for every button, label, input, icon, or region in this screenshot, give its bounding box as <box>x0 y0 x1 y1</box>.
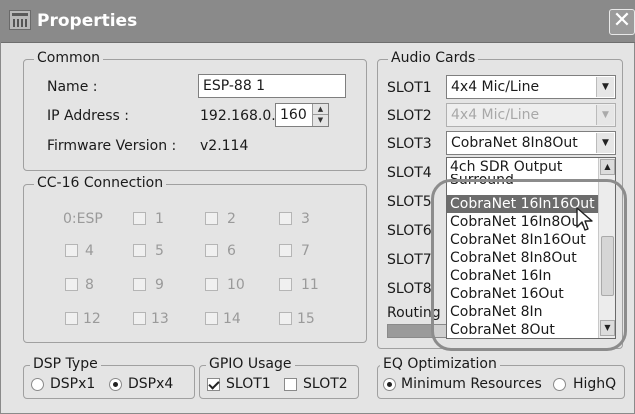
cc16-port-8-label: 8 <box>85 277 94 293</box>
cc16-port-11-checkbox[interactable] <box>279 278 292 291</box>
dropdown-item[interactable]: CobraNet 16Out <box>447 285 599 303</box>
cc16-port-7-label: 7 <box>301 243 310 259</box>
dsp-x4-label: DSPx4 <box>128 376 174 392</box>
dropdown-item[interactable]: CobraNet 8In8Out <box>447 249 599 267</box>
cc16-port-1-checkbox[interactable] <box>133 212 146 225</box>
cc16-port-11-label: 11 <box>301 277 319 293</box>
slot2-value: 4x4 Mic/Line <box>451 107 540 123</box>
slot3-combo[interactable]: CobraNet 8In8Out ▼ <box>446 131 616 155</box>
name-input[interactable]: ESP-88 1 <box>198 74 346 98</box>
cc16-port-7-checkbox[interactable] <box>279 244 292 257</box>
chevron-down-icon: ▼ <box>596 105 614 125</box>
properties-window-icon <box>9 10 31 30</box>
cc16-port-15-label: 15 <box>297 311 315 327</box>
title-bar[interactable]: Properties ✕ <box>1 1 635 43</box>
slot2-label: SLOT2 <box>387 108 432 124</box>
eq-minimum-resources-label: Minimum Resources <box>401 376 542 392</box>
firmware-value: v2.114 <box>200 138 249 154</box>
spin-down-icon[interactable]: ▼ <box>313 115 328 126</box>
spin-up-icon[interactable]: ▲ <box>313 104 328 115</box>
cc16-port-4-label: 4 <box>85 243 94 259</box>
cc16-port-14-label: 14 <box>223 311 241 327</box>
firmware-label: Firmware Version : <box>47 138 177 154</box>
cc16-port-1-label: 1 <box>155 211 164 227</box>
cc16-port-2-label: 2 <box>227 211 236 227</box>
slot7-label: SLOT7 <box>387 252 432 268</box>
cc16-port-2-checkbox[interactable] <box>205 212 218 225</box>
cc16-port-4-checkbox[interactable] <box>65 244 78 257</box>
routing-label: Routing S <box>387 305 455 321</box>
scroll-down-icon[interactable]: ▼ <box>600 320 615 336</box>
slot2-combo: 4x4 Mic/Line ▼ <box>446 103 616 127</box>
dropdown-item[interactable]: CobraNet 16In <box>447 267 599 285</box>
slot8-label: SLOT8 <box>387 281 432 297</box>
dsp-x4-radio[interactable] <box>109 378 122 391</box>
slot-type-dropdown-list[interactable]: 4ch SDR Output Surround CobraNet 16In16O… <box>446 157 616 339</box>
chevron-down-icon[interactable]: ▼ <box>596 77 614 97</box>
ip-address-label: IP Address : <box>47 108 129 124</box>
cc16-port-5-checkbox[interactable] <box>133 244 146 257</box>
cc16-port-10-label: 10 <box>227 277 245 293</box>
cc16-port-9-label: 9 <box>155 277 164 293</box>
cc16-port-9-checkbox[interactable] <box>133 278 146 291</box>
scroll-up-icon[interactable]: ▲ <box>600 159 615 175</box>
cc16-port-12-checkbox[interactable] <box>65 312 78 325</box>
cc16-port-10-checkbox[interactable] <box>205 278 218 291</box>
gpio-slot2-checkbox[interactable] <box>284 378 297 391</box>
cc16-port-13-label: 13 <box>151 311 169 327</box>
cc16-port-6-label: 6 <box>227 243 236 259</box>
cc16-port-14-checkbox[interactable] <box>205 312 218 325</box>
cc16-port-12-label: 12 <box>83 311 101 327</box>
gpio-group-label: GPIO Usage <box>206 356 295 372</box>
cc16-group-label: CC-16 Connection <box>34 175 167 191</box>
cc16-port-3-label: 3 <box>301 211 310 227</box>
slot6-label: SLOT6 <box>387 223 432 239</box>
slot3-value: CobraNet 8In8Out <box>451 135 578 151</box>
cc16-port-15-checkbox[interactable] <box>279 312 292 325</box>
properties-window: Properties ✕ Common Name : ESP-88 1 IP A… <box>0 0 635 414</box>
cc16-port-3-checkbox[interactable] <box>279 212 292 225</box>
dsp-x1-label: DSPx1 <box>50 376 96 392</box>
close-button[interactable]: ✕ <box>609 9 635 35</box>
name-label: Name : <box>47 79 98 95</box>
slot3-label: SLOT3 <box>387 136 432 152</box>
slot5-label: SLOT5 <box>387 194 432 210</box>
ip-spinner[interactable]: ▲ ▼ <box>312 104 328 126</box>
dsp-type-group-label: DSP Type <box>30 356 101 372</box>
common-group-label: Common <box>34 50 104 66</box>
eq-group-label: EQ Optimization <box>380 356 500 372</box>
dropdown-item[interactable]: CobraNet 8Out <box>447 321 599 338</box>
cc16-port-13-checkbox[interactable] <box>133 312 146 325</box>
slot1-label: SLOT1 <box>387 80 432 96</box>
ip-last-octet-input[interactable]: 160 ▲ ▼ <box>275 103 329 127</box>
cc16-esp-label: 0:ESP <box>63 211 103 227</box>
gpio-slot2-label: SLOT2 <box>303 376 348 392</box>
dsp-x1-radio[interactable] <box>31 378 44 391</box>
cc16-port-8-checkbox[interactable] <box>65 278 78 291</box>
window-title: Properties <box>37 11 138 31</box>
audio-cards-group-label: Audio Cards <box>388 50 479 66</box>
cc16-port-6-checkbox[interactable] <box>205 244 218 257</box>
dropdown-scrollbar[interactable]: ▲ ▼ <box>598 158 615 338</box>
name-value: ESP-88 1 <box>203 78 266 94</box>
ip-prefix: 192.168.0. <box>200 108 276 124</box>
eq-highq-radio[interactable] <box>553 378 566 391</box>
cc16-port-5-label: 5 <box>155 243 164 259</box>
scrollbar-thumb[interactable] <box>601 236 614 296</box>
mouse-cursor-icon <box>576 207 593 231</box>
dropdown-item[interactable]: CobraNet 8In16Out <box>447 231 599 249</box>
gpio-slot1-checkbox[interactable] <box>207 378 220 391</box>
eq-minimum-resources-radio[interactable] <box>383 378 396 391</box>
slot1-value: 4x4 Mic/Line <box>451 79 540 95</box>
chevron-down-icon[interactable]: ▼ <box>596 133 614 153</box>
ip-last-octet-value: 160 <box>280 107 307 123</box>
routing-progress-fill <box>388 325 432 337</box>
gpio-slot1-label: SLOT1 <box>226 376 271 392</box>
slot1-combo[interactable]: 4x4 Mic/Line ▼ <box>446 75 616 99</box>
eq-highq-label: HighQ <box>573 376 617 392</box>
dropdown-item[interactable]: Surround <box>447 174 599 186</box>
slot4-label: SLOT4 <box>387 165 432 181</box>
dropdown-item[interactable]: CobraNet 8In <box>447 303 599 321</box>
